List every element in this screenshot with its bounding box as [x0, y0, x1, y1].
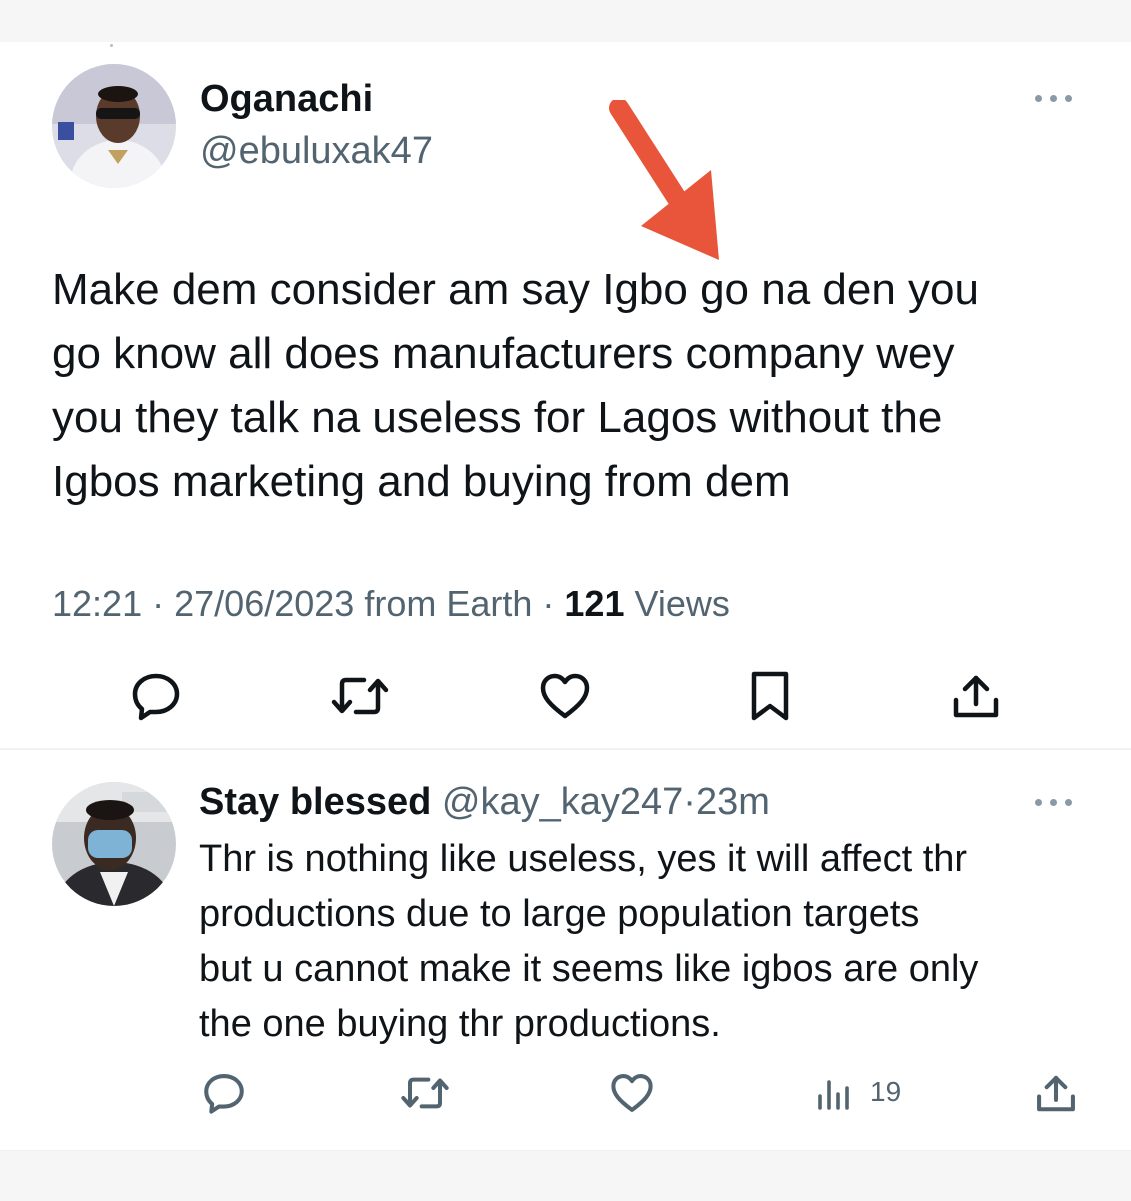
retweet-icon: [331, 677, 389, 715]
retweet-icon: [401, 1077, 449, 1109]
reply-header: Stay blessed @kay_kay247·23m: [199, 778, 770, 826]
reply-icon: [132, 673, 180, 721]
reply-time[interactable]: 23m: [696, 781, 770, 823]
share-icon: [1037, 1075, 1075, 1112]
top-dot: [110, 44, 113, 47]
main-author-name[interactable]: Oganachi: [200, 74, 373, 124]
reply-reply-button[interactable]: [202, 1071, 246, 1115]
main-author-handle[interactable]: @ebuluxak47: [200, 126, 433, 176]
reply-author-name[interactable]: Stay blessed: [199, 781, 431, 823]
reply-share-button[interactable]: [1034, 1071, 1078, 1117]
bottom-band: [0, 1150, 1131, 1201]
retweet-button[interactable]: [330, 670, 390, 722]
reply-retweet-button[interactable]: [400, 1071, 450, 1115]
reply-separator: ·: [683, 781, 696, 823]
meta-separator: ·: [542, 583, 555, 624]
views-label[interactable]: Views: [635, 583, 730, 624]
reply-author-avatar[interactable]: [52, 782, 176, 906]
heart-icon: [611, 1074, 653, 1112]
reply-author-handle[interactable]: @kay_kay247: [442, 781, 683, 823]
top-band: [0, 0, 1131, 42]
share-button[interactable]: [950, 670, 1002, 724]
share-icon: [953, 675, 999, 718]
bookmark-button[interactable]: [746, 670, 794, 724]
reply-text: Thr is nothing like useless, yes it will…: [199, 838, 979, 1045]
reply-views-button[interactable]: [816, 1074, 856, 1112]
tweet-time[interactable]: 12:21: [52, 583, 142, 624]
like-button[interactable]: [538, 670, 592, 722]
reply-views-count: 19: [870, 1076, 902, 1107]
meta-separator: ·: [152, 583, 165, 624]
views-count[interactable]: 121: [564, 583, 624, 624]
reply-icon: [204, 1074, 244, 1114]
heart-icon: [540, 673, 590, 719]
tweet-divider: [0, 748, 1131, 750]
tweet-date[interactable]: 27/06/2023: [174, 583, 354, 624]
main-tweet-text: Make dem consider am say Igbo go na den …: [52, 265, 979, 506]
tweet-meta: 12:21 · 27/06/2023 from Earth · 121 View…: [52, 580, 730, 628]
more-icon[interactable]: [1035, 93, 1075, 103]
bookmark-icon: [751, 671, 789, 721]
more-icon[interactable]: [1035, 797, 1075, 807]
views-icon: [818, 1080, 849, 1110]
reply-button[interactable]: [130, 670, 182, 722]
reply-like-button[interactable]: [609, 1071, 655, 1115]
main-author-avatar[interactable]: [52, 64, 176, 188]
tweet-source: from Earth: [364, 583, 533, 624]
annotation-arrow: [609, 100, 719, 260]
